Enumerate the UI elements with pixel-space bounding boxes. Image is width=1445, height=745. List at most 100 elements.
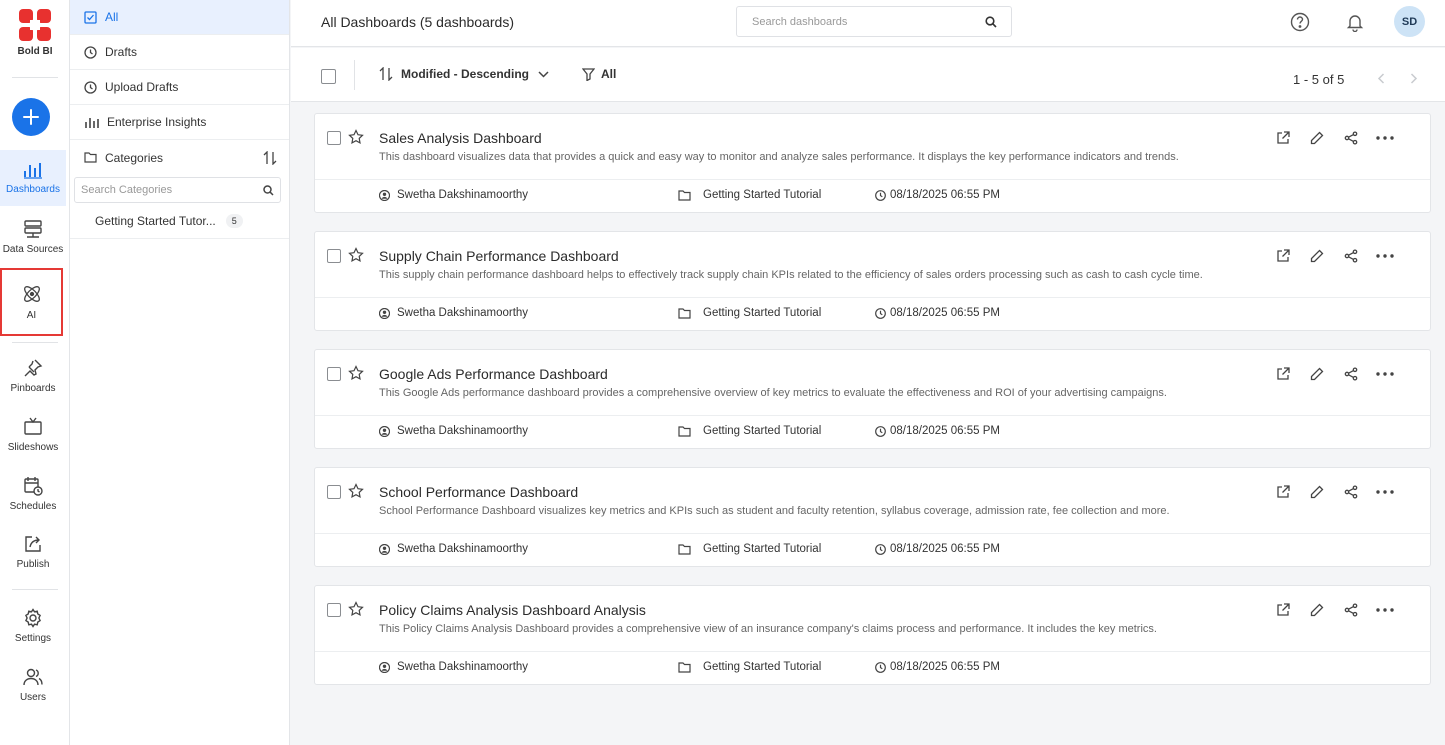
dashboard-card[interactable]: Sales Analysis Dashboard This dashboard … [314,113,1431,213]
create-button[interactable] [12,98,50,136]
share-icon[interactable] [1341,600,1361,620]
dashboard-checkbox[interactable] [327,485,341,499]
dashboard-category: Getting Started Tutorial [678,189,821,201]
rail-item-schedules[interactable]: Schedules [0,466,66,522]
dashboard-title[interactable]: Policy Claims Analysis Dashboard Analysi… [379,602,646,618]
share-icon[interactable] [1341,364,1361,384]
previous-page-icon[interactable] [1373,70,1389,86]
category-nav-enterprise-insights[interactable]: Enterprise Insights [70,105,289,140]
card-divider [315,415,1430,416]
category-nav-upload-drafts[interactable]: Upload Drafts [70,70,289,105]
sort-dropdown[interactable]: Modified - Descending [379,67,557,81]
rail-label: Publish [16,559,50,570]
dashboard-title[interactable]: School Performance Dashboard [379,484,578,500]
edit-pencil-icon[interactable] [1307,128,1327,148]
open-new-tab-icon[interactable] [1273,364,1293,384]
dashboard-card[interactable]: School Performance Dashboard School Perf… [314,467,1431,567]
rail-item-data-sources[interactable]: Data Sources [0,209,66,265]
rail-item-publish[interactable]: Publish [0,524,66,580]
folder-icon [678,307,691,319]
dashboard-card[interactable]: Policy Claims Analysis Dashboard Analysi… [314,585,1431,685]
open-new-tab-icon[interactable] [1273,482,1293,502]
favorite-star-icon[interactable] [348,247,364,268]
more-options-icon[interactable] [1375,128,1395,148]
filter-label: All [601,67,617,81]
dashboard-actions [1259,128,1395,148]
dashboard-search-input[interactable] [752,15,985,28]
dashboard-modified-date: 08/18/2025 06:55 PM [875,189,1000,201]
dashboard-checkbox[interactable] [327,131,341,145]
category-name: Getting Started Tutorial [703,307,822,319]
plus-icon [23,109,39,125]
dashboard-category: Getting Started Tutorial [678,661,821,673]
user-icon [379,543,390,555]
edit-pencil-icon[interactable] [1307,600,1327,620]
sort-icon[interactable] [263,150,277,165]
rail-item-ai[interactable]: AI [0,268,63,336]
logo[interactable]: Bold BI [0,8,70,68]
category-nav-all[interactable]: All [70,0,289,35]
rail-item-slideshows[interactable]: Slideshows [0,407,66,463]
share-icon[interactable] [1341,128,1361,148]
favorite-star-icon[interactable] [348,483,364,504]
category-search-input[interactable] [81,184,263,196]
more-options-icon[interactable] [1375,364,1395,384]
owner-name: Swetha Dakshinamoorthy [397,307,529,319]
dashboard-title[interactable]: Google Ads Performance Dashboard [379,366,608,382]
rail-label: Dashboards [6,184,60,195]
category-entry-label: Getting Started Tutor... [95,213,216,228]
rail-item-users[interactable]: Users [0,657,66,713]
favorite-star-icon[interactable] [348,601,364,622]
dashboard-modified-date: 08/18/2025 06:55 PM [875,425,1000,437]
rail-item-pinboards[interactable]: Pinboards [0,348,66,404]
search-icon[interactable] [985,15,997,28]
favorite-star-icon[interactable] [348,129,364,150]
dashboard-modified-date: 08/18/2025 06:55 PM [875,307,1000,319]
more-options-icon[interactable] [1375,600,1395,620]
folder-icon [678,661,691,673]
notification-bell-icon[interactable] [1344,11,1366,33]
open-new-tab-icon[interactable] [1273,246,1293,266]
ai-icon [23,286,40,302]
more-options-icon[interactable] [1375,246,1395,266]
open-new-tab-icon[interactable] [1273,128,1293,148]
category-entry[interactable]: Getting Started Tutor... 5 [70,203,289,239]
filter-button[interactable]: All [582,67,616,81]
share-icon[interactable] [1341,482,1361,502]
favorite-star-icon[interactable] [348,365,364,386]
edit-pencil-icon[interactable] [1307,482,1327,502]
next-page-icon[interactable] [1406,70,1422,86]
category-nav-label: Upload Drafts [105,80,179,94]
category-nav-drafts[interactable]: Drafts [70,35,289,70]
share-icon[interactable] [1341,246,1361,266]
card-divider [315,297,1430,298]
dashboard-checkbox[interactable] [327,603,341,617]
rail-divider [12,589,58,590]
rail-label: Slideshows [7,442,59,453]
more-options-icon[interactable] [1375,482,1395,502]
dashboard-checkbox[interactable] [327,249,341,263]
folder-icon [678,543,691,555]
rail-item-dashboards[interactable]: Dashboards [0,150,66,206]
modified-date: 08/18/2025 06:55 PM [890,307,1000,319]
rail-item-settings[interactable]: Settings [0,598,66,654]
open-new-tab-icon[interactable] [1273,600,1293,620]
dashboard-card[interactable]: Supply Chain Performance Dashboard This … [314,231,1431,331]
dashboard-checkbox[interactable] [327,367,341,381]
checkbox-checked-icon [84,10,97,24]
dashboard-owner: Swetha Dakshinamoorthy [379,425,528,437]
edit-pencil-icon[interactable] [1307,364,1327,384]
category-search [74,177,281,203]
user-avatar[interactable]: SD [1394,6,1425,37]
select-all-checkbox[interactable] [321,69,336,84]
dashboard-title[interactable]: Supply Chain Performance Dashboard [379,248,619,264]
rail-label: Users [19,692,47,703]
edit-pencil-icon[interactable] [1307,246,1327,266]
dashboard-category: Getting Started Tutorial [678,543,821,555]
help-icon[interactable] [1289,11,1311,33]
filter-icon [582,67,595,81]
dashboard-owner: Swetha Dakshinamoorthy [379,661,528,673]
dashboard-title[interactable]: Sales Analysis Dashboard [379,130,542,146]
search-icon[interactable] [263,184,274,196]
dashboard-card[interactable]: Google Ads Performance Dashboard This Go… [314,349,1431,449]
